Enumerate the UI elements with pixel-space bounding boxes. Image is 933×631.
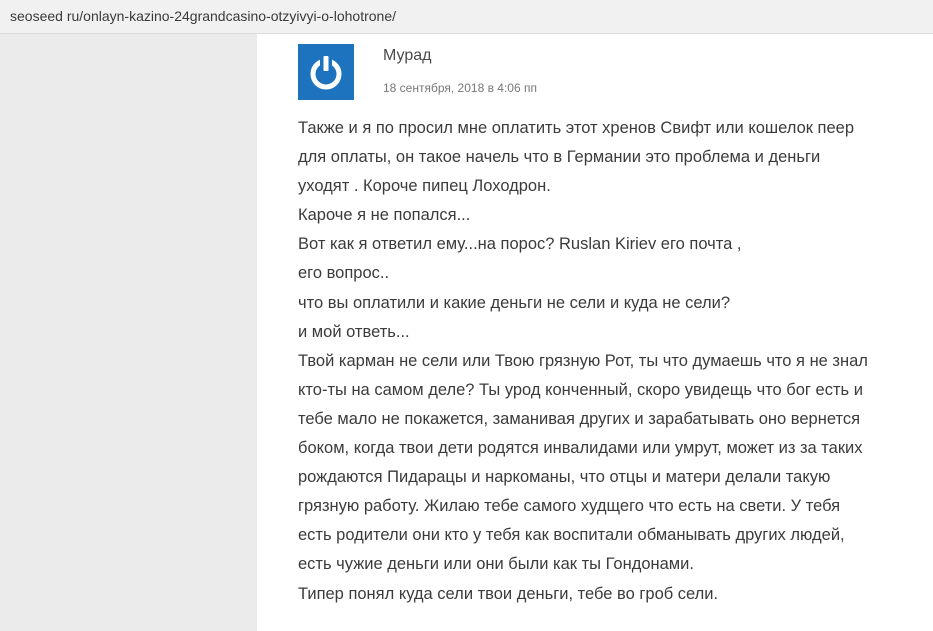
comment-line: для оплаты, он такое начель что в Герман… xyxy=(298,148,821,167)
url-text: seoseed ru/onlayn-kazino-24grandcasino-o… xyxy=(10,8,396,24)
comment-line: боком, когда твои дети родятся инвалидам… xyxy=(298,439,863,458)
comment-line: есть чужие деньги или они были как ты Го… xyxy=(298,555,694,574)
left-sidebar xyxy=(0,34,257,631)
comment-line: и мой ответь... xyxy=(298,322,410,341)
comment-line: есть родители они кто у тебя как воспита… xyxy=(298,526,845,545)
comment-line: Также и я по просил мне оплатить этот хр… xyxy=(298,119,855,137)
comment-author[interactable]: Мурад xyxy=(383,47,431,65)
comment-line: его вопрос.. xyxy=(298,264,390,283)
comment-line: рождаются Пидарацы и наркоманы, что отцы… xyxy=(298,468,831,487)
address-bar[interactable]: seoseed ru/onlayn-kazino-24grandcasino-o… xyxy=(0,0,933,34)
comment-line: грязную работу. Жилаю тебе самого худщег… xyxy=(298,497,841,516)
comment-line: что вы оплатили и какие деньги не сели и… xyxy=(298,293,731,312)
comment-line: уходят . Короче пипец Лоходрон. xyxy=(298,177,551,196)
comment-line: Типер понял куда сели твои деньги, тебе … xyxy=(298,584,719,603)
comment-line: тебе мало не покажется, заманивая других… xyxy=(298,409,861,428)
comment-line: Твой карман не сели или Твою грязную Рот… xyxy=(298,351,868,370)
power-icon xyxy=(298,44,354,100)
comment-line: кто-ты на самом деле? Ты урод конченный,… xyxy=(298,380,863,399)
comment-date[interactable]: 18 сентября, 2018 в 4:06 пп xyxy=(383,81,537,95)
comment-line: Вот как я ответил ему...на порос? Ruslan… xyxy=(298,235,742,254)
comment-line: Кароче я не попался... xyxy=(298,206,471,225)
avatar[interactable] xyxy=(298,44,354,100)
comment-text: Также и я по просил мне оплатить этот хр… xyxy=(298,114,928,609)
